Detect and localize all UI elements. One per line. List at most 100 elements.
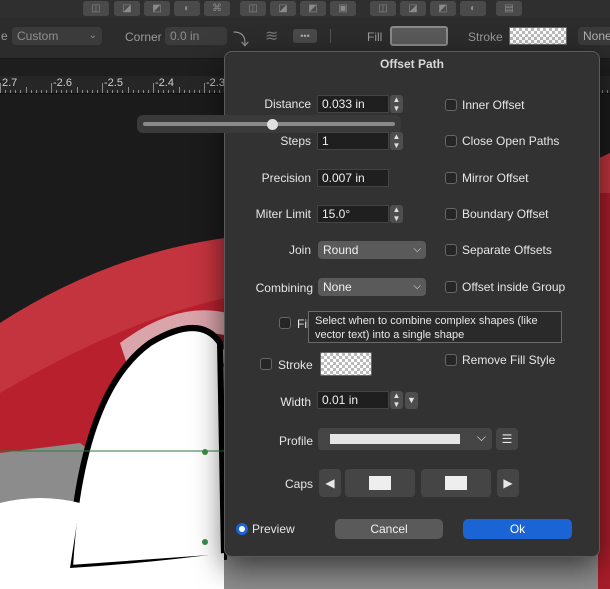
join-label: Join	[288, 243, 311, 257]
width-input-value: 0.01 in	[322, 393, 359, 407]
tool-button[interactable]: ◫	[83, 1, 109, 16]
distance-slider[interactable]	[137, 115, 401, 133]
ruler-minor-tick	[183, 90, 185, 93]
join-select-value: Round	[323, 243, 359, 257]
join-select[interactable]: Round ⌵	[318, 241, 426, 259]
distance-input-value: 0.033 in	[322, 97, 365, 111]
ok-button[interactable]: Ok	[463, 519, 572, 539]
ruler-minor-tick	[112, 90, 114, 93]
option-label: Mirror Offset	[462, 171, 529, 185]
width-input[interactable]: 0.01 in	[317, 391, 389, 409]
tool-button[interactable]: ◩	[300, 1, 326, 16]
caps-label: Caps	[284, 477, 313, 491]
cap-end-style[interactable]	[421, 469, 491, 497]
miter-limit-stepper[interactable]: ▲ ▼	[390, 205, 403, 223]
distance-label: Distance	[264, 97, 311, 111]
distance-slider-thumb[interactable]	[266, 119, 278, 130]
tool-button[interactable]: ◩	[430, 1, 456, 16]
fill-checkbox[interactable]	[279, 317, 291, 329]
profile-preview	[330, 434, 460, 444]
tool-button[interactable]: ◪	[114, 1, 140, 16]
tool-button[interactable]: ◫	[370, 1, 396, 16]
option-checkbox[interactable]	[445, 354, 457, 366]
stroke-swatch[interactable]	[509, 27, 567, 45]
style-select[interactable]: Custom ⌄	[12, 27, 102, 45]
ruler-minor-tick	[45, 90, 47, 93]
stroke-checkbox[interactable]	[260, 358, 272, 370]
cap-end-preview	[445, 476, 467, 490]
none-field[interactable]: None	[578, 27, 610, 45]
chevron-down-icon: ⌵	[413, 244, 421, 255]
option-label: Inner Offset	[462, 98, 525, 112]
steps-stepper[interactable]: ▲ ▼	[390, 132, 403, 150]
option-checkbox[interactable]	[445, 281, 457, 293]
ruler-major-tick	[153, 83, 154, 93]
corner-field-value: 0.0 in	[170, 29, 200, 43]
ruler-minor-tick	[173, 90, 175, 93]
precision-label: Precision	[261, 171, 311, 185]
cap-start-preview	[369, 476, 391, 490]
offset-path-dialog: Offset Path Distance 0.033 in ▲ ▼ Steps 1…	[137, 51, 600, 557]
ruler-minor-tick	[107, 90, 109, 93]
tool-button[interactable]: ◪	[270, 1, 296, 16]
stroke-checkbox-label: Stroke	[278, 358, 313, 372]
ruler-minor-tick	[35, 90, 37, 93]
none-field-value: None	[583, 29, 610, 43]
chevron-down-icon: ⌵	[476, 430, 486, 444]
ruler-tick-label: 2.7	[2, 77, 18, 89]
miter-limit-input[interactable]: 15.0°	[317, 205, 389, 223]
ruler-major-tick	[102, 83, 103, 93]
tool-button[interactable]: ◫	[240, 1, 266, 16]
tool-button[interactable]: ⌘	[204, 1, 230, 16]
style-select-value: Custom	[17, 29, 59, 43]
corner-round-icon[interactable]: ⤵	[233, 26, 249, 50]
corner-bevel-icon[interactable]: ≋	[265, 26, 278, 46]
ruler-minor-tick	[61, 90, 63, 93]
precision-input[interactable]: 0.007 in	[317, 169, 389, 187]
dialog-title: Offset Path	[379, 57, 444, 71]
profile-select[interactable]: ⌵	[318, 428, 492, 450]
ruler-minor-tick	[81, 90, 83, 93]
width-stepper[interactable]: ▲ ▼	[390, 391, 403, 409]
fill-label: Fill	[367, 30, 383, 44]
combining-tooltip: Select when to combine complex shapes (l…	[308, 311, 562, 343]
miter-limit-label: Miter Limit	[255, 207, 311, 221]
cap-end-icon[interactable]: ▶	[497, 469, 519, 497]
toolbar-divider	[330, 29, 331, 43]
tool-button[interactable]: ◐	[460, 1, 486, 16]
corner-field[interactable]: 0.0 in	[165, 27, 227, 45]
option-checkbox[interactable]	[445, 135, 457, 147]
tool-button[interactable]: ◩	[144, 1, 170, 16]
option-checkbox[interactable]	[445, 99, 457, 111]
distance-stepper[interactable]: ▲ ▼	[390, 95, 403, 113]
option-checkbox[interactable]	[445, 244, 457, 256]
cap-start-style[interactable]	[345, 469, 415, 497]
width-menu-chevron-icon[interactable]: ▼	[405, 392, 418, 409]
ruler-minor-tick	[601, 90, 603, 93]
option-checkbox[interactable]	[445, 208, 457, 220]
more-options-icon[interactable]: •••	[293, 29, 317, 43]
option-label: Offset inside Group	[462, 280, 566, 294]
profile-settings-icon[interactable]: ☰	[496, 428, 518, 450]
miter-limit-input-value: 15.0°	[322, 207, 351, 221]
tool-button[interactable]: ▤	[496, 1, 522, 16]
option-checkbox[interactable]	[445, 172, 457, 184]
preview-checkbox[interactable]	[236, 523, 248, 535]
tool-button[interactable]: ◐	[174, 1, 200, 16]
ruler-major-tick	[51, 83, 52, 93]
ruler-minor-tick	[168, 90, 170, 93]
distance-input[interactable]: 0.033 in	[317, 95, 389, 113]
combining-select[interactable]: None ⌵	[318, 278, 426, 296]
steps-input[interactable]: 1	[317, 132, 389, 150]
ruler-minor-tick	[606, 90, 608, 93]
ruler-minor-tick	[30, 90, 32, 93]
fill-swatch[interactable]	[390, 26, 448, 46]
tool-button[interactable]: ▣	[330, 1, 356, 16]
stroke-style-swatch[interactable]	[320, 352, 372, 376]
cap-start-icon[interactable]: ◀	[319, 469, 341, 497]
profile-label: Profile	[278, 434, 313, 448]
ruler-tick-label: -2.3	[206, 77, 225, 89]
ruler-minor-tick	[147, 90, 149, 93]
tool-button[interactable]: ◪	[400, 1, 426, 16]
cancel-button[interactable]: Cancel	[335, 519, 443, 539]
